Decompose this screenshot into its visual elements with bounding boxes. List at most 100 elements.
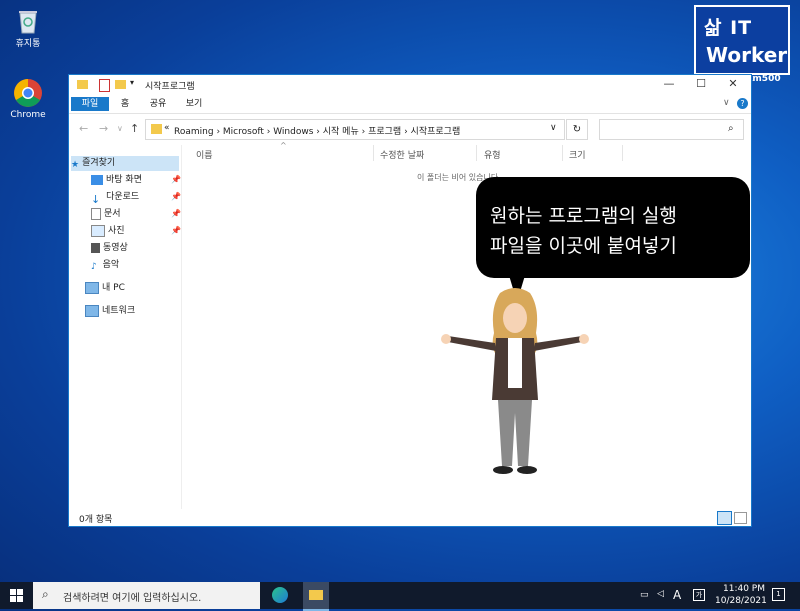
help-icon[interactable]: ? [737,98,748,109]
star-icon: ★ [71,159,80,170]
taskbar-search-placeholder: 검색하려면 여기에 입력하십시오. [63,593,202,604]
chrome-icon [13,78,43,108]
ribbon-tabs: 파일 홈 공유 보기 ∨ ? [69,95,751,114]
volume-tray-icon[interactable]: ◁ [657,589,664,599]
navigation-pane: ★ 즐겨찾기 바탕 화면 📌 ↓ 다운로드 📌 문서 📌 사진 📌 동영상 ♪ 음… [69,145,182,509]
nav-item-documents[interactable]: 문서 [91,207,121,222]
sort-ascending-icon: ^ [280,141,287,150]
character-illustration [441,288,589,474]
forward-button[interactable]: → [99,122,108,135]
document-icon [91,207,101,220]
address-row: ← → ∨ ↑ « Roaming › Microsoft › Windows … [69,116,751,142]
keyboard-layout-icon[interactable]: 가 [693,589,705,601]
column-type[interactable]: 유형 [484,148,501,161]
title-bar[interactable]: ▾ 시작프로그램 — ☐ ✕ [69,75,751,95]
nav-item-music[interactable]: ♪ 음악 [91,258,119,273]
nav-item-videos[interactable]: 동영상 [91,241,128,256]
breadcrumb-item[interactable]: Roaming [174,127,214,137]
tab-view[interactable]: 보기 [181,97,207,111]
logo-line1: 삶 IT [704,17,753,39]
new-folder-icon[interactable] [115,80,126,89]
callout-line2: 파일을 이곳에 붙여넣기 [490,235,677,257]
column-divider[interactable] [373,145,374,161]
pin-icon: 📌 [171,226,181,235]
clock-date[interactable]: 10/28/2021 [715,596,767,606]
column-header: ^ 이름 수정한 날짜 유형 크기 [183,141,743,161]
breadcrumb-item[interactable]: Microsoft [223,127,264,137]
column-divider[interactable] [562,145,563,161]
up-button[interactable]: ↑ [130,122,139,135]
address-dropdown-icon[interactable]: ∨ [550,123,557,133]
window-title: 시작프로그램 [145,82,195,92]
maximize-button[interactable]: ☐ [691,77,711,93]
nav-item-pictures[interactable]: 사진 [91,224,125,239]
desktop-icon-chrome[interactable]: Chrome [0,78,56,120]
notification-icon[interactable]: 1 [772,588,785,601]
edge-icon[interactable] [272,587,288,603]
start-windows-icon[interactable] [10,589,23,605]
close-button[interactable]: ✕ [723,77,743,93]
chrome-label: Chrome [10,110,46,120]
network-tray-icon[interactable]: ▭ [640,590,649,600]
nav-quick-access[interactable]: ★ 즐겨찾기 [71,156,179,171]
pin-icon: 📌 [171,175,181,184]
address-bar[interactable]: « Roaming › Microsoft › Windows › 시작 메뉴 … [145,119,565,140]
speech-bubble: 원하는 프로그램의 실행 파일을 이곳에 붙여넣기 [476,177,750,278]
tab-file[interactable]: 파일 [71,97,109,111]
column-divider[interactable] [476,145,477,161]
qat-dropdown-icon[interactable]: ▾ [130,78,134,87]
properties-icon[interactable] [99,79,110,92]
breadcrumb: Roaming › Microsoft › Windows › 시작 메뉴 › … [174,124,460,137]
minimize-button[interactable]: — [659,77,679,93]
callout-line1: 원하는 프로그램의 실행 [490,205,677,227]
taskbar-search-box[interactable]: ⌕ 검색하려면 여기에 입력하십시오. [33,582,260,609]
desktop-icon-recycle-bin[interactable]: 휴지통 [0,8,56,49]
address-folder-icon [151,124,162,134]
details-view-icon[interactable] [717,511,732,525]
clock-time[interactable]: 11:40 PM [723,584,765,594]
recycle-bin-label: 휴지통 [15,39,41,49]
recent-locations-icon[interactable]: ∨ [117,124,123,133]
pin-icon: 📌 [171,192,181,201]
item-count: 0개 항목 [79,515,113,525]
video-icon [91,242,100,253]
nav-this-pc[interactable]: 내 PC [85,281,125,296]
taskbar: ⌕ 검색하려면 여기에 입력하십시오. ▭ ◁ A 가 11:40 PM 10/… [0,582,800,611]
column-size[interactable]: 크기 [569,148,586,161]
search-icon: ⌕ [42,587,49,601]
ime-indicator[interactable]: A [673,588,681,602]
music-icon: ♪ [91,261,97,272]
ribbon-expand-icon[interactable]: ∨ [723,98,730,108]
pin-icon: 📌 [171,209,181,218]
breadcrumb-item[interactable]: 시작프로그램 [411,127,461,137]
back-button[interactable]: ← [79,122,88,135]
large-icons-view-icon[interactable] [734,512,747,524]
folder-icon [309,590,323,600]
brand-logo: 삶 IT Worker [694,5,790,75]
file-explorer-taskbar-icon[interactable] [303,582,329,611]
search-input[interactable]: ⌕ [599,119,744,140]
computer-icon [85,281,99,294]
search-icon: ⌕ [728,123,734,134]
status-bar: 0개 항목 [69,509,751,526]
tab-home[interactable]: 홈 [115,97,135,111]
breadcrumb-item[interactable]: Windows [273,127,313,137]
breadcrumb-item[interactable]: 프로그램 [368,127,401,137]
nav-network[interactable]: 네트워크 [85,304,135,319]
tab-share[interactable]: 공유 [145,97,171,111]
column-date-modified[interactable]: 수정한 날짜 [380,148,424,161]
column-divider[interactable] [622,145,623,161]
download-icon: ↓ [91,192,101,206]
breadcrumb-item[interactable]: 시작 메뉴 [323,127,359,137]
nav-item-downloads[interactable]: ↓ 다운로드 [91,190,139,206]
picture-icon [91,224,105,237]
nav-item-desktop[interactable]: 바탕 화면 [91,173,142,188]
address-overflow[interactable]: « [164,123,170,133]
column-name[interactable]: 이름 [196,148,213,161]
logo-line2: Worker [706,43,788,67]
refresh-icon[interactable]: ↻ [566,119,588,140]
recycle-bin-icon [17,8,39,34]
network-icon [85,304,99,317]
file-explorer-window[interactable]: ▾ 시작프로그램 — ☐ ✕ 파일 홈 공유 보기 ∨ ? ← → ∨ ↑ « … [68,74,752,527]
desktop-icon [91,174,103,185]
